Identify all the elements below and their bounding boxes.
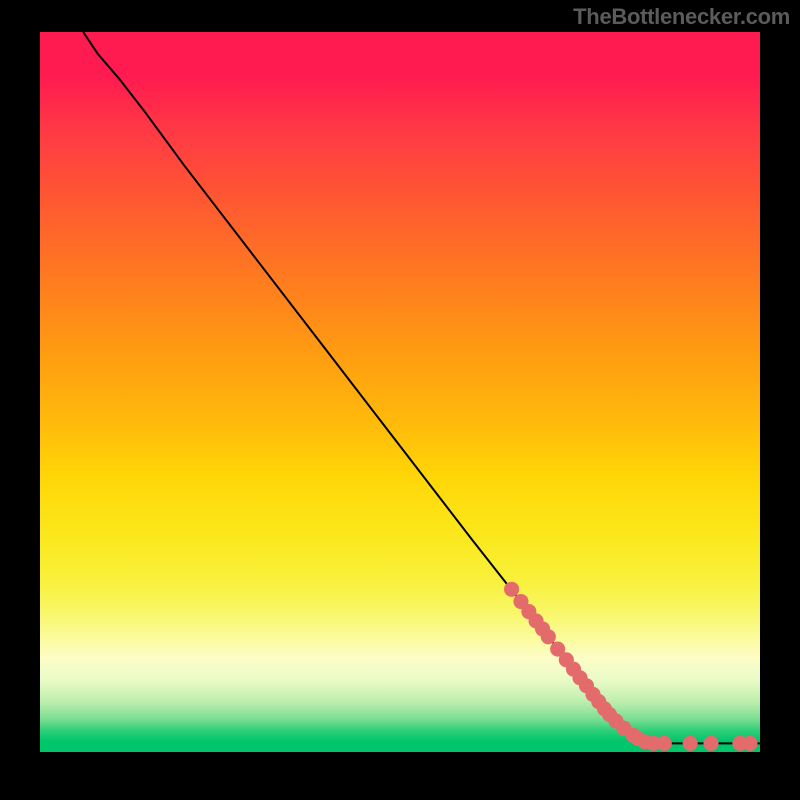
data-marker: [683, 736, 698, 751]
chart-svg: [40, 32, 760, 752]
attribution-text: TheBottlenecker.com: [573, 4, 790, 30]
data-marker: [657, 736, 672, 751]
data-marker: [742, 736, 757, 751]
curve-line: [83, 32, 760, 743]
data-marker: [541, 629, 556, 644]
plot-area: [40, 32, 760, 752]
data-marker: [504, 582, 519, 597]
chart-frame: TheBottlenecker.com: [0, 0, 800, 800]
curve-markers: [504, 582, 757, 751]
data-marker: [703, 736, 718, 751]
